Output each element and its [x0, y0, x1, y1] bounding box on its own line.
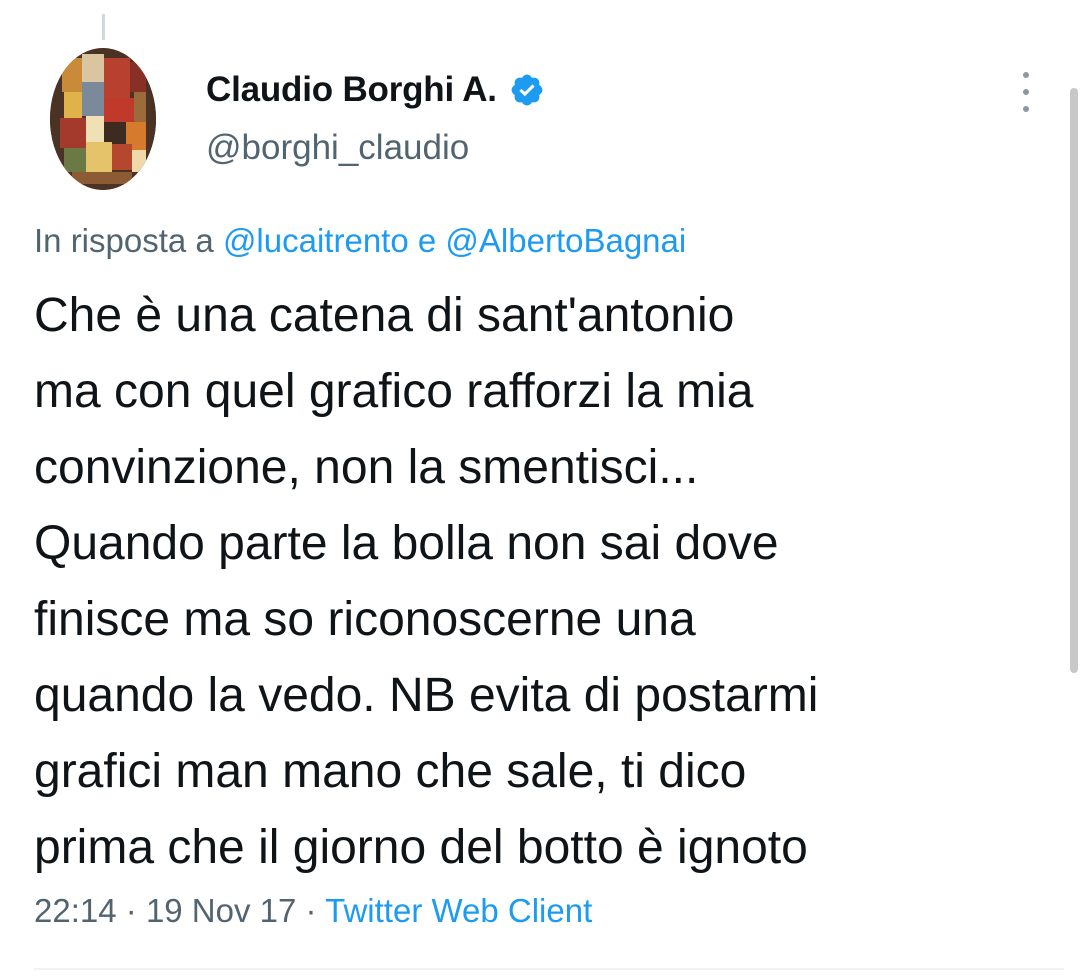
reply-prefix: In risposta a	[34, 222, 214, 259]
more-dot	[1023, 106, 1029, 112]
more-dot	[1023, 72, 1029, 78]
tweet-time[interactable]: 22:14	[34, 892, 117, 929]
avatar-image	[50, 48, 156, 190]
meta-separator: ·	[125, 892, 137, 929]
tweet-source-link[interactable]: Twitter Web Client	[325, 892, 592, 929]
tweet-text-line: quando la vedo. NB evita di postarmi	[34, 669, 819, 722]
tweet-metadata: 22:14 · 19 Nov 17 · Twitter Web Client	[34, 892, 592, 930]
divider	[34, 968, 1064, 970]
meta-separator: ·	[305, 892, 317, 929]
reply-mention-link[interactable]: @AlbertoBagnai	[445, 222, 686, 259]
author-handle[interactable]: @borghi_claudio	[206, 128, 469, 168]
thread-connector-line	[102, 14, 105, 40]
tweet-text-line: Quando parte la bolla non sai dove	[34, 517, 779, 570]
tweet-text-line: ma con quel grafico rafforzi la mia	[34, 365, 754, 418]
tweet-text-line: convinzione, non la smentisci...	[34, 441, 699, 494]
author-name-row: Claudio Borghi A.	[206, 66, 545, 114]
more-dot	[1023, 89, 1029, 95]
tweet-text-line: prima che il giorno del botto è ignoto	[34, 821, 808, 874]
tweet-date[interactable]: 19 Nov 17	[146, 892, 296, 929]
tweet-text-line: grafici man mano che sale, ti dico	[34, 745, 747, 798]
tweet-detail: Claudio Borghi A. @borghi_claudio In ris…	[0, 0, 1080, 977]
reply-joiner: e	[417, 222, 437, 259]
tweet-text-line: finisce ma so riconoscerne una	[34, 593, 696, 646]
verified-badge-icon	[511, 74, 543, 106]
more-vertical-icon[interactable]	[1014, 72, 1038, 112]
avatar[interactable]	[50, 48, 156, 190]
reply-mention-link[interactable]: @lucaitrento	[223, 222, 409, 259]
author-display-name[interactable]: Claudio Borghi A.	[206, 70, 497, 110]
scrollbar[interactable]	[1070, 88, 1078, 673]
reply-context: In risposta a @lucaitrento e @AlbertoBag…	[34, 222, 686, 260]
tweet-text-line: Che è una catena di sant'antonio	[34, 289, 735, 342]
tweet-text: Che è una catena di sant'antonio ma con …	[34, 278, 1034, 886]
